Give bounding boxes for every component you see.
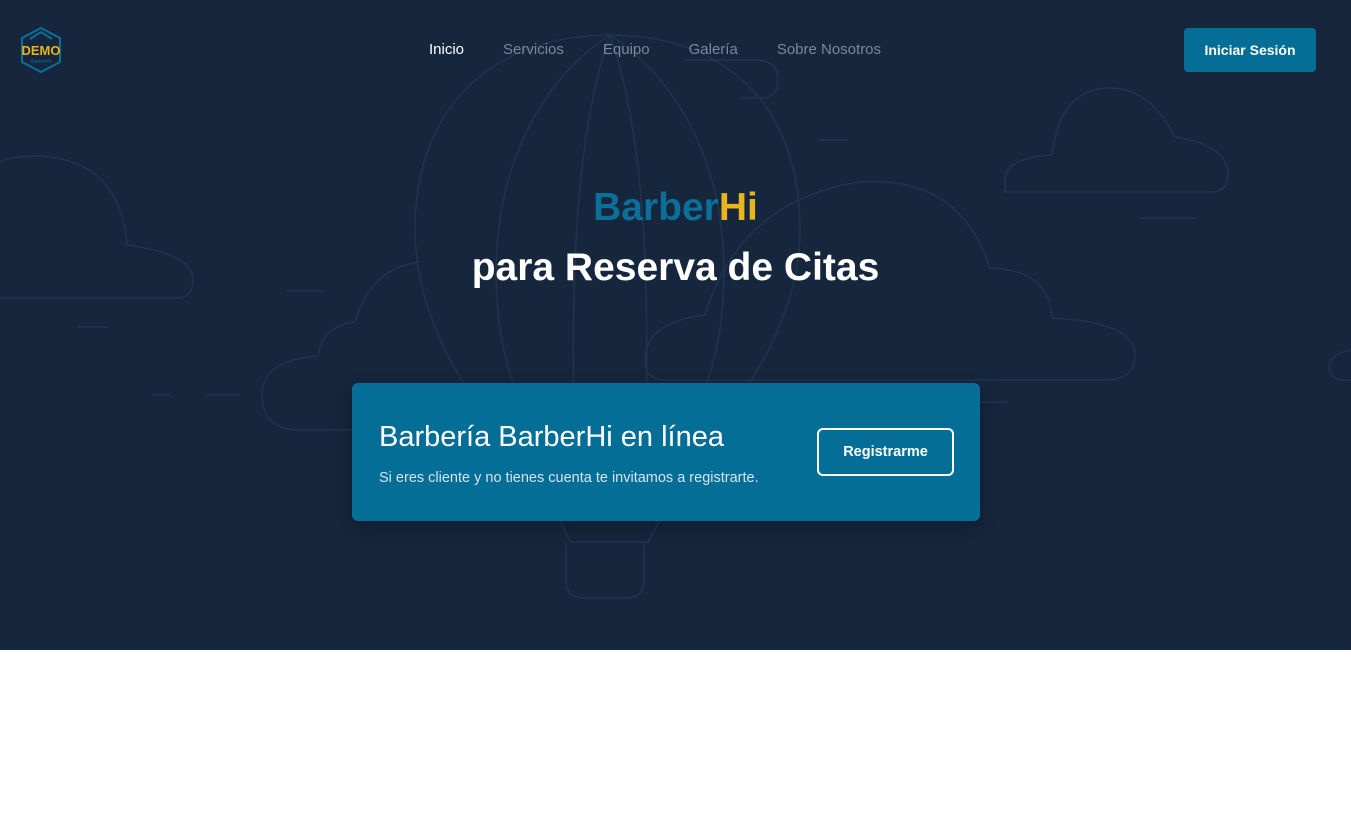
signup-card: Barbería BarberHi en línea Si eres clien…: [352, 383, 980, 521]
hero-bottom-curve: [0, 600, 1351, 647]
logo-icon[interactable]: DEMO BarberHi: [18, 26, 64, 74]
logo-subtext: BarberHi: [31, 59, 51, 65]
register-button[interactable]: Registrarme: [817, 428, 954, 476]
hero-subtitle: para Reserva de Citas: [471, 246, 880, 289]
card-text: Si eres cliente y no tienes cuenta te in…: [379, 470, 759, 486]
brand-part-barber: Barber: [593, 186, 719, 229]
logo-text: DEMO: [22, 43, 61, 58]
nav-inicio[interactable]: Inicio: [429, 40, 464, 60]
hero-section: DEMO BarberHi Inicio Servicios Equipo Ga…: [0, 0, 1351, 650]
nav-sobre-nosotros[interactable]: Sobre Nosotros: [777, 40, 881, 60]
hero-brand-title: BarberHi: [0, 184, 1351, 232]
login-button[interactable]: Iniciar Sesión: [1184, 28, 1316, 72]
nav-equipo[interactable]: Equipo: [603, 40, 650, 60]
nav-galeria[interactable]: Galería: [689, 40, 738, 60]
card-title: Barbería BarberHi en línea: [379, 421, 724, 453]
background-illustration: [0, 34, 1351, 599]
nav-servicios[interactable]: Servicios: [503, 40, 564, 60]
brand-part-hi: Hi: [718, 186, 758, 229]
main-nav: Inicio Servicios Equipo Galería Sobre No…: [429, 40, 881, 60]
